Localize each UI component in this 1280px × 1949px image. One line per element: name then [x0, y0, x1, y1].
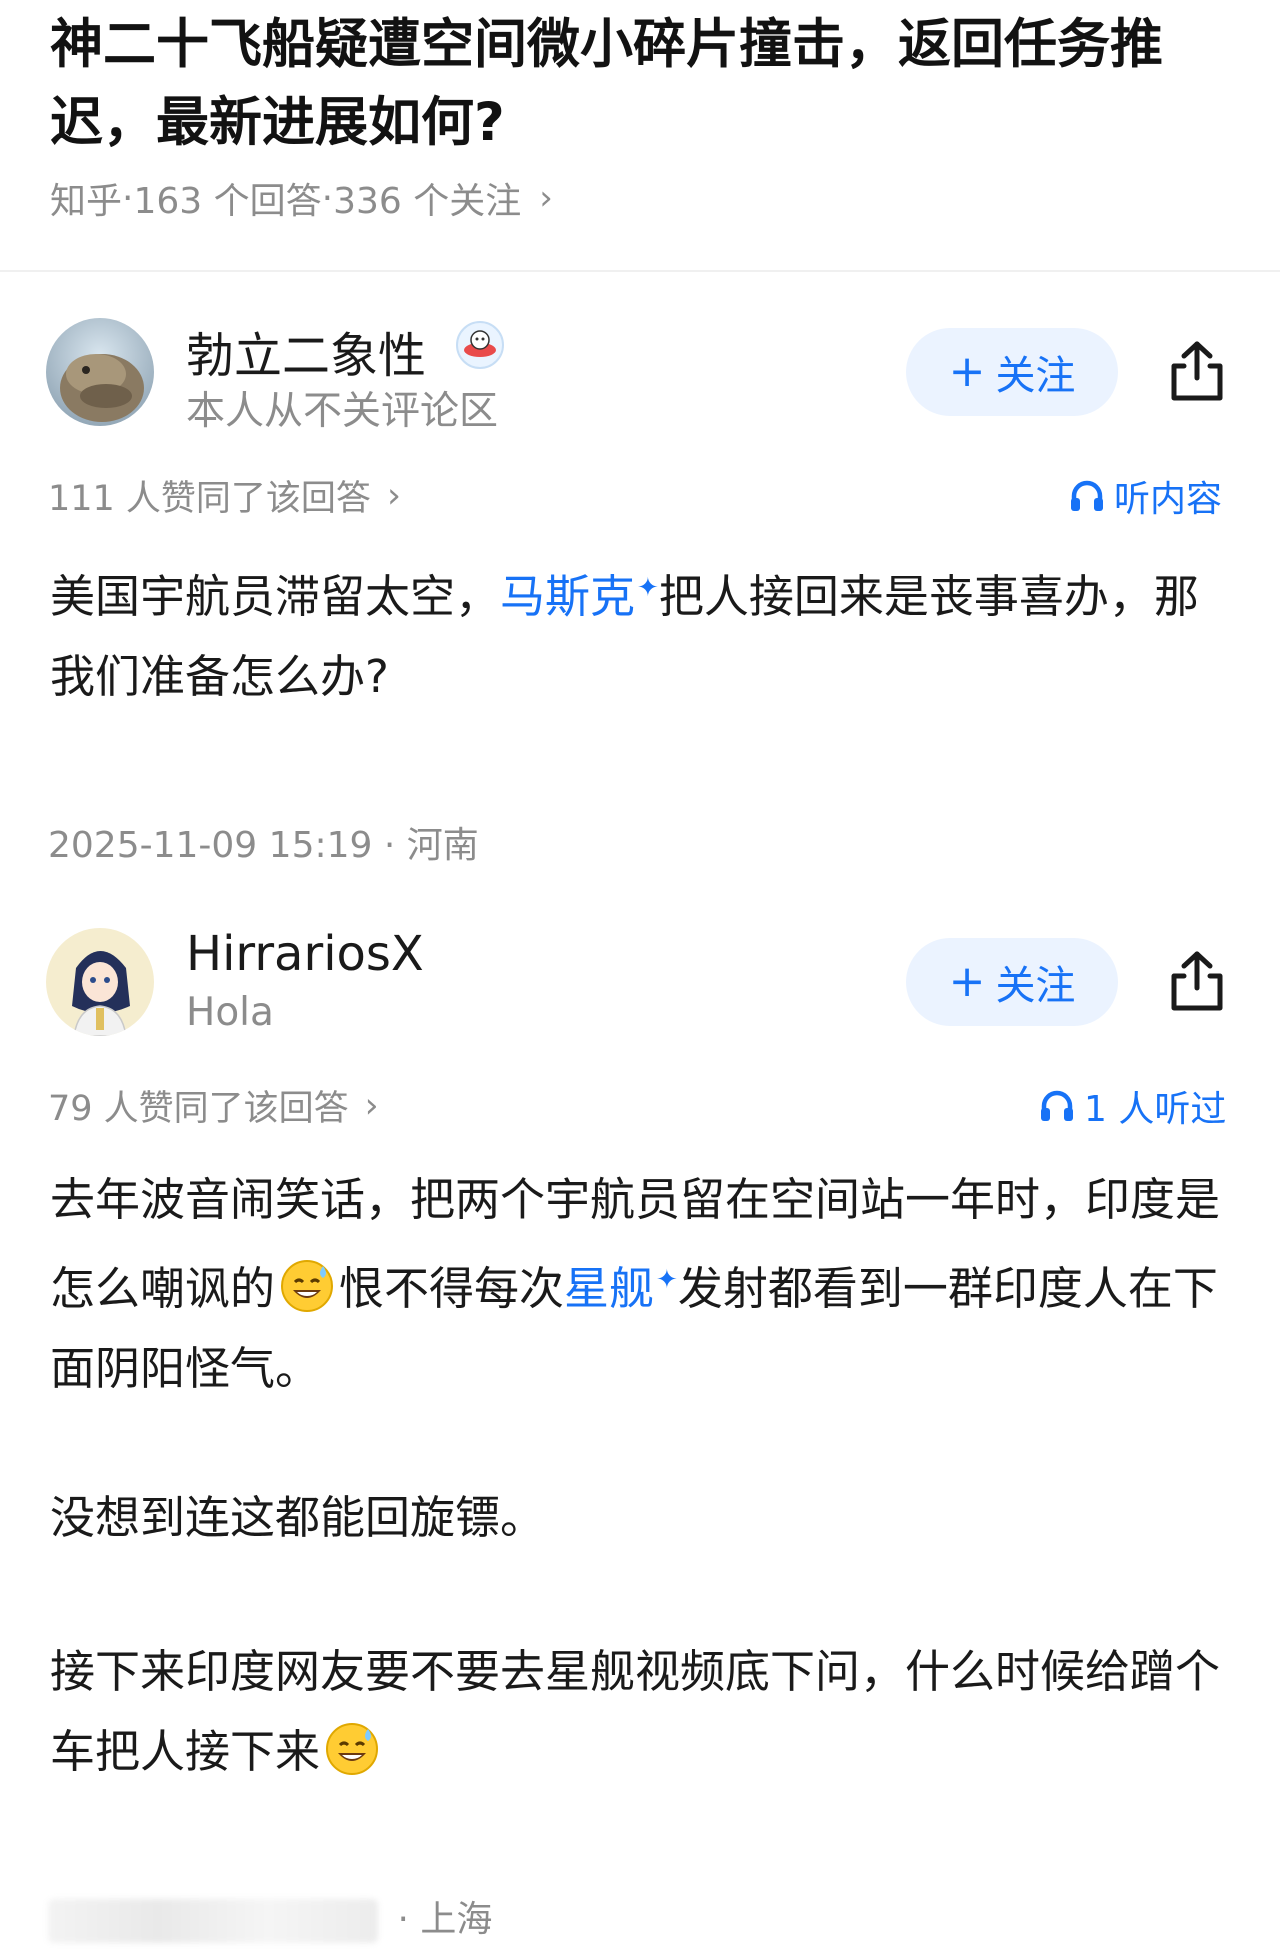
- headphones-icon: [1071, 480, 1103, 511]
- meta-separator: ·: [397, 1899, 421, 1940]
- question-meta[interactable]: 知乎 · 163 个回答 · 336 个关注 ›: [50, 172, 553, 224]
- answer-count: 163 个回答: [133, 181, 322, 222]
- author-bio: 本人从不关评论区: [186, 389, 499, 434]
- answer-content[interactable]: 美国宇航员滞留太空，马斯克✦把人接回来是丧事喜办，那我们准备怎么办?: [50, 548, 1240, 717]
- listen-button[interactable]: 听内容: [1068, 470, 1222, 522]
- answer-time-location: 2025-11-09 15:19 · 河南: [48, 816, 479, 868]
- agree-count-link[interactable]: 111 人赞同了该回答 ›: [48, 470, 401, 521]
- agree-text: 79 人赞同了该回答: [48, 1089, 349, 1129]
- user-badge-icon: [455, 320, 505, 370]
- answer-time-location: · 上海: [48, 1890, 492, 1943]
- author-bio: Hola: [186, 990, 274, 1035]
- chevron-right-icon: ›: [539, 178, 553, 218]
- listen-button[interactable]: 1 人听过: [1038, 1080, 1226, 1132]
- meta-separator: ·: [383, 825, 407, 866]
- meta-separator: ·: [321, 177, 334, 219]
- answer-content[interactable]: 去年波音闹笑话，把两个宇航员留在空间站一年时，印度是怎么嘲讽的 恨不得每次星舰✦发…: [50, 1160, 1240, 1409]
- sparkle-icon: ✦: [637, 573, 659, 603]
- source-label: 知乎: [50, 181, 123, 222]
- agree-count-link[interactable]: 79 人赞同了该回答 ›: [48, 1080, 379, 1131]
- answer-time: 2025-11-09 15:19: [48, 825, 373, 866]
- sweat-smile-emoji: [324, 1721, 380, 1777]
- topic-link[interactable]: 星舰: [564, 1262, 654, 1315]
- topic-link[interactable]: 马斯克: [500, 570, 635, 623]
- follow-label: 关注: [995, 353, 1076, 399]
- agree-text: 111 人赞同了该回答: [48, 479, 371, 519]
- plus-icon: +: [948, 956, 986, 1007]
- avatar[interactable]: [46, 318, 154, 426]
- follow-count: 336 个关注: [333, 181, 522, 222]
- zhihu-question-page: 神二十飞船疑遭空间微小碎片撞击，返回任务推迟，最新进展如何? 知乎 · 163 …: [0, 0, 1280, 1949]
- share-icon[interactable]: [1162, 336, 1232, 406]
- follow-button[interactable]: + 关注: [906, 938, 1118, 1026]
- sparkle-icon: ✦: [656, 1265, 678, 1295]
- author-name[interactable]: 勃立二象性: [186, 316, 426, 386]
- plus-icon: +: [948, 346, 986, 397]
- follow-button[interactable]: + 关注: [906, 328, 1118, 416]
- headphones-icon: [1041, 1090, 1073, 1121]
- listen-label: 1 人听过: [1084, 1089, 1227, 1130]
- divider: [0, 270, 1280, 272]
- avatar[interactable]: [46, 928, 154, 1036]
- answer-location: 河南: [406, 825, 479, 866]
- chevron-right-icon: ›: [386, 475, 401, 516]
- answer-text: 美国宇航员滞留太空，: [50, 570, 501, 623]
- share-icon[interactable]: [1162, 946, 1232, 1016]
- meta-separator: ·: [122, 177, 134, 219]
- answer-text: 接下来印度网友要不要去星舰视频底下问，什么时候给蹭个车把人接下来: [50, 1645, 1221, 1778]
- listen-label: 听内容: [1114, 479, 1223, 520]
- author-name[interactable]: HirrariosX: [186, 926, 424, 982]
- answer-text: 恨不得每次: [339, 1262, 565, 1315]
- chevron-right-icon: ›: [364, 1085, 379, 1126]
- follow-label: 关注: [995, 963, 1076, 1009]
- blurred-timestamp: [48, 1899, 378, 1943]
- sweat-smile-emoji: [279, 1258, 335, 1314]
- answer-location: 上海: [420, 1899, 493, 1940]
- question-title[interactable]: 神二十飞船疑遭空间微小碎片撞击，返回任务推迟，最新进展如何?: [50, 6, 1240, 162]
- answer-paragraph: 没想到连这都能回旋镖。: [50, 1491, 546, 1544]
- answer-paragraph: 接下来印度网友要不要去星舰视频底下问，什么时候给蹭个车把人接下来: [50, 1632, 1240, 1792]
